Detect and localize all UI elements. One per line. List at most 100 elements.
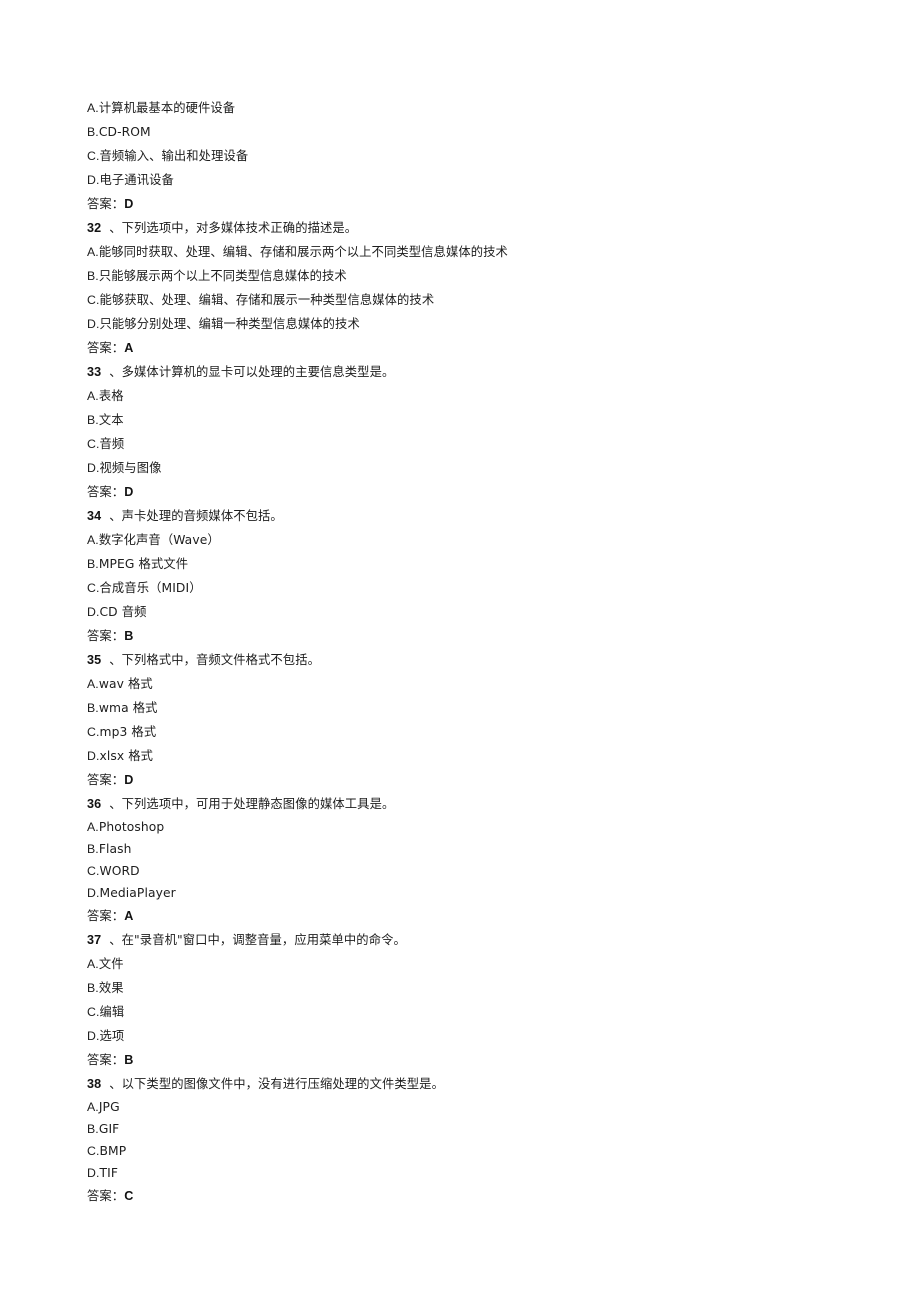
option-text: mp3 格式	[99, 725, 157, 739]
option-line[interactable]: D.TIF	[87, 1162, 867, 1184]
option-line[interactable]: B.CD-ROM	[87, 120, 867, 144]
option-line[interactable]: B.MPEG 格式文件	[87, 552, 867, 576]
option-text: GIF	[98, 1122, 120, 1136]
option-line[interactable]: C.合成音乐（MIDI）	[87, 576, 867, 600]
option-label: A.	[87, 677, 99, 691]
option-line[interactable]: C.编辑	[87, 1000, 867, 1024]
question-separator: 、	[101, 797, 122, 811]
option-line[interactable]: C.BMP	[87, 1140, 867, 1162]
option-line[interactable]: D.视频与图像	[87, 456, 867, 480]
option-line[interactable]: A.wav 格式	[87, 672, 867, 696]
option-text: xlsx 格式	[99, 749, 154, 763]
question-line: 34 、声卡处理的音频媒体不包括。	[87, 504, 867, 528]
option-line[interactable]: C.mp3 格式	[87, 720, 867, 744]
answer-line: 答案：D	[87, 480, 867, 504]
option-text: 只能够展示两个以上不同类型信息媒体的技术	[98, 269, 347, 283]
question-block: 37 、在"录音机"窗口中，调整音量，应用菜单中的命令。 A.文件 B.效果 C.编辑…	[87, 928, 867, 1072]
option-line[interactable]: C.能够获取、处理、编辑、存储和展示一种类型信息媒体的技术	[87, 288, 867, 312]
question-line: 37 、在"录音机"窗口中，调整音量，应用菜单中的命令。	[87, 928, 867, 952]
option-line[interactable]: B.wma 格式	[87, 696, 867, 720]
option-line[interactable]: D.选项	[87, 1024, 867, 1048]
option-text: Flash	[98, 842, 132, 856]
answer-value: C	[124, 1189, 134, 1203]
option-line[interactable]: C.音频输入、输出和处理设备	[87, 144, 867, 168]
option-line[interactable]: B.GIF	[87, 1118, 867, 1140]
option-line[interactable]: B.文本	[87, 408, 867, 432]
option-label: C.	[87, 581, 100, 595]
option-line[interactable]: B.Flash	[87, 838, 867, 860]
question-block: 33 、多媒体计算机的显卡可以处理的主要信息类型是。 A.表格 B.文本 C.音频 D.…	[87, 360, 867, 504]
option-label: A.	[87, 389, 99, 403]
option-text: TIF	[99, 1166, 119, 1180]
question-text: 下列选项中，可用于处理静态图像的媒体工具是。	[121, 797, 395, 811]
option-line[interactable]: A.JPG	[87, 1096, 867, 1118]
option-label: B.	[87, 125, 99, 139]
option-text: 视频与图像	[99, 461, 162, 475]
option-line[interactable]: A.计算机最基本的硬件设备	[87, 96, 867, 120]
option-line[interactable]: D.CD 音频	[87, 600, 867, 624]
question-line: 38 、以下类型的图像文件中，没有进行压缩处理的文件类型是。	[87, 1072, 867, 1096]
option-line[interactable]: D.xlsx 格式	[87, 744, 867, 768]
answer-line: 答案：B	[87, 1048, 867, 1072]
question-separator: 、	[101, 221, 122, 235]
option-text: JPG	[98, 1100, 120, 1114]
option-label: D.	[87, 461, 100, 475]
option-line[interactable]: A.Photoshop	[87, 816, 867, 838]
option-text: 效果	[98, 981, 124, 995]
option-label: C.	[87, 1005, 100, 1019]
option-line[interactable]: C.音频	[87, 432, 867, 456]
option-label: A.	[87, 245, 99, 259]
option-label: D.	[87, 1166, 100, 1180]
question-separator: 、	[101, 365, 122, 379]
option-line[interactable]: B.只能够展示两个以上不同类型信息媒体的技术	[87, 264, 867, 288]
question-number: 36	[87, 797, 102, 811]
answer-value: D	[124, 773, 134, 787]
option-text: MediaPlayer	[99, 886, 176, 900]
question-separator: 、	[101, 653, 122, 667]
option-line[interactable]: D.只能够分别处理、编辑一种类型信息媒体的技术	[87, 312, 867, 336]
option-label: B.	[87, 269, 99, 283]
answer-line: 答案：D	[87, 192, 867, 216]
option-line[interactable]: A.表格	[87, 384, 867, 408]
option-text: 表格	[98, 389, 124, 403]
answer-line: 答案：C	[87, 1184, 867, 1208]
option-text: wma 格式	[98, 701, 158, 715]
option-label: C.	[87, 149, 100, 163]
option-label: D.	[87, 1029, 100, 1043]
option-label: D.	[87, 173, 100, 187]
option-label: D.	[87, 749, 100, 763]
option-line[interactable]: A.数字化声音（Wave）	[87, 528, 867, 552]
option-line[interactable]: B.效果	[87, 976, 867, 1000]
answer-line: 答案：A	[87, 336, 867, 360]
question-number: 34	[87, 509, 102, 523]
option-text: BMP	[99, 1144, 127, 1158]
answer-line: 答案：B	[87, 624, 867, 648]
question-number: 38	[87, 1077, 102, 1091]
option-line[interactable]: A.能够同时获取、处理、编辑、存储和展示两个以上不同类型信息媒体的技术	[87, 240, 867, 264]
option-label: A.	[87, 101, 99, 115]
answer-label: 答案：	[87, 1053, 125, 1067]
option-line[interactable]: C.WORD	[87, 860, 867, 882]
answer-label: 答案：	[87, 629, 125, 643]
option-line[interactable]: D.MediaPlayer	[87, 882, 867, 904]
option-label: A.	[87, 820, 99, 834]
option-line[interactable]: D.电子通讯设备	[87, 168, 867, 192]
answer-line: 答案：D	[87, 768, 867, 792]
question-number: 35	[87, 653, 102, 667]
answer-label: 答案：	[87, 1189, 125, 1203]
option-line[interactable]: A.文件	[87, 952, 867, 976]
answer-value: D	[124, 485, 134, 499]
answer-label: 答案：	[87, 909, 125, 923]
question-block: 35 、下列格式中，音频文件格式不包括。 A.wav 格式 B.wma 格式 C.mp…	[87, 648, 867, 792]
option-text: 能够获取、处理、编辑、存储和展示一种类型信息媒体的技术	[99, 293, 435, 307]
option-text: 文件	[98, 957, 124, 971]
question-line: 32 、下列选项中，对多媒体技术正确的描述是。	[87, 216, 867, 240]
exam-question-list: A.计算机最基本的硬件设备 B.CD-ROM C.音频输入、输出和处理设备 D.电子通…	[87, 96, 867, 1208]
question-number: 32	[87, 221, 102, 235]
answer-label: 答案：	[87, 485, 125, 499]
option-text: 电子通讯设备	[99, 173, 174, 187]
option-label: B.	[87, 1122, 99, 1136]
orphan-option-block: A.计算机最基本的硬件设备 B.CD-ROM C.音频输入、输出和处理设备 D.电子通…	[87, 96, 867, 216]
question-text: 下列选项中，对多媒体技术正确的描述是。	[121, 221, 358, 235]
option-text: WORD	[99, 864, 140, 878]
